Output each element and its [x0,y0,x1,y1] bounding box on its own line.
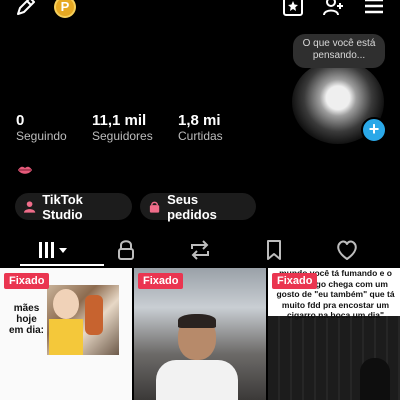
private-tab[interactable] [113,236,139,264]
lips-icon [18,166,32,174]
player-jersey [156,360,238,400]
add-user-icon[interactable] [321,0,345,18]
following-count[interactable]: 0 [16,112,24,129]
bottle-shape [85,295,103,335]
lock-icon [118,240,134,260]
add-story-button[interactable]: + [361,117,387,143]
pinned-badge: Fixado [4,273,50,289]
saved-tab[interactable] [261,236,287,264]
videos-tab[interactable] [38,236,72,264]
meme-caption: mães hoje em dia: [8,303,44,336]
likes-label: Curtidas [178,129,223,143]
active-tab-indicator [20,264,104,266]
meme-photo [47,285,119,355]
following-label: Seguindo [16,129,67,143]
followers-label: Seguidores [92,129,153,143]
heart-icon [337,240,357,260]
repost-icon [191,240,209,260]
followers-count[interactable]: 11,1 mil [92,112,146,129]
child-figure [53,289,79,319]
likes-count[interactable]: 1,8 mi [178,112,221,129]
bookmark-star-icon[interactable] [281,0,305,18]
person-silhouette [360,358,390,400]
thought-bubble[interactable]: O que você está pensando... [293,34,385,68]
tiktok-studio-button[interactable]: TikTok Studio [15,191,132,222]
tiktok-studio-label: TikTok Studio [42,191,83,222]
grid-bars-icon [39,242,67,258]
reposts-tab[interactable] [187,236,213,264]
liked-tab[interactable] [334,236,360,264]
bookmark-icon [267,240,281,260]
shopping-bag-icon [149,201,160,213]
pinned-badge: Fixado [272,273,318,289]
seus-pedidos-button[interactable]: Seus pedidos [140,191,256,222]
shirt-shape [49,319,83,355]
pinned-badge: Fixado [138,273,184,289]
player-hair [178,314,216,328]
video-thumbnail[interactable]: Fixado [134,268,266,400]
seus-pedidos-label: Seus pedidos [167,191,217,222]
menu-icon[interactable] [362,0,386,18]
edit-icon[interactable] [14,0,38,18]
video-thumbnail[interactable]: mundo você tá fumando e o Seu amigo cheg… [268,268,400,400]
coin-icon[interactable]: P [54,0,76,18]
studio-users-icon [23,200,36,213]
video-thumbnail[interactable]: Fixado mães hoje em dia: [0,268,132,400]
